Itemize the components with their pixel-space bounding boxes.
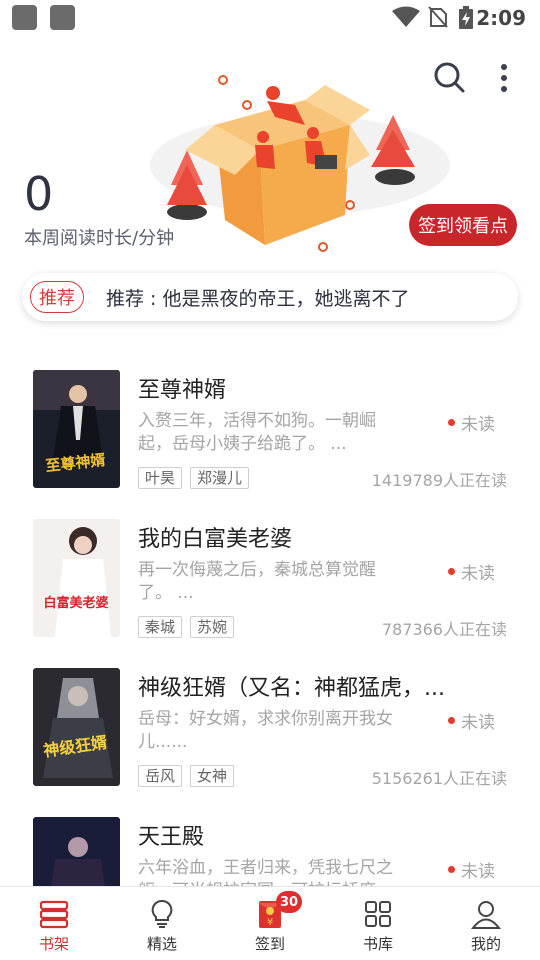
- unread-status: 未读: [448, 559, 495, 584]
- book-item[interactable]: 白富美老婆 我的白富美老婆 再一次侮蔑之后，秦城总算觉醒了。 ... 未读 秦城…: [0, 519, 540, 649]
- book-tag[interactable]: 苏婉: [190, 616, 235, 638]
- book-title: 天王殿: [138, 825, 205, 850]
- nav-label: 书架: [38, 935, 69, 953]
- notification-icon: [12, 5, 37, 30]
- recommend-bar[interactable]: 推荐 推荐 : 他是黑夜的帝王，她逃离不了: [22, 273, 518, 321]
- recommend-tag: 推荐: [30, 281, 84, 313]
- battery-icon: [459, 6, 473, 29]
- reader-count: 787366人正在读: [381, 620, 507, 639]
- unread-label: 未读: [461, 564, 495, 584]
- book-item[interactable]: 至尊神婿 至尊神婿 入赘三年，活得不如狗。一朝崛起，岳母小姨子给跪了。 ... …: [0, 370, 540, 500]
- unread-label: 未读: [461, 415, 495, 435]
- book-tag[interactable]: 叶昊: [138, 467, 183, 489]
- nav-label: 我的: [470, 935, 501, 953]
- lightbulb-icon: [151, 899, 173, 928]
- nav-label: 书库: [362, 935, 393, 953]
- checkin-badge: 30: [276, 891, 303, 913]
- bottom-navigation: 书架 精选 ¥ 签到 30 书库 我的: [0, 886, 540, 960]
- cover-title: 白富美老婆: [43, 595, 108, 611]
- unread-label: 未读: [461, 862, 495, 882]
- book-cover: 神级狂婿: [33, 668, 120, 786]
- unread-status: 未读: [448, 410, 495, 435]
- recommend-text: 推荐 : 他是黑夜的帝王，她逃离不了: [106, 287, 410, 310]
- book-cover: 白富美老婆: [33, 519, 120, 637]
- book-tag[interactable]: 郑漫儿: [190, 467, 250, 489]
- book-tag[interactable]: 女神: [190, 765, 235, 787]
- reader-count: 5156261人正在读: [371, 769, 507, 788]
- person-icon: [470, 901, 502, 929]
- unread-dot-icon: [448, 568, 455, 575]
- book-tag[interactable]: 秦城: [138, 616, 183, 638]
- book-title: 至尊神婿: [138, 378, 227, 403]
- weekly-reading-minutes: 0: [24, 167, 54, 221]
- nav-checkin[interactable]: ¥ 签到 30: [216, 887, 324, 960]
- svg-text:¥: ¥: [267, 917, 273, 928]
- unread-status: 未读: [448, 708, 495, 733]
- reading-box-illustration: [150, 75, 450, 252]
- book-title: 神级狂婿（又名：神都猛虎，...: [138, 676, 445, 701]
- book-description: 再一次侮蔑之后，秦城总算觉醒了。 ...: [138, 560, 376, 603]
- unread-dot-icon: [448, 717, 455, 724]
- nav-featured[interactable]: 精选: [108, 887, 216, 960]
- reader-count: 1419789人正在读: [371, 471, 507, 490]
- more-button[interactable]: [490, 58, 518, 98]
- unread-status: 未读: [448, 857, 495, 882]
- more-vertical-icon: [501, 64, 507, 92]
- wifi-icon: [392, 6, 420, 27]
- book-item[interactable]: 神级狂婿 神级狂婿（又名：神都猛虎，... 岳母：好女婿，求求你别离开我女儿..…: [0, 668, 540, 798]
- nav-library[interactable]: 书库: [324, 887, 432, 960]
- book-description: 岳母：好女婿，求求你别离开我女儿......: [138, 709, 393, 752]
- book-tag[interactable]: 岳风: [138, 765, 183, 787]
- weekly-reading-label: 本周阅读时长/分钟: [24, 228, 175, 249]
- no-sim-icon: [428, 6, 448, 28]
- nav-label: 签到: [254, 935, 285, 953]
- notification-icon: [50, 5, 75, 30]
- unread-dot-icon: [448, 866, 455, 873]
- nav-label: 精选: [146, 935, 177, 953]
- nav-bookshelf[interactable]: 书架: [0, 887, 108, 960]
- unread-label: 未读: [461, 713, 495, 733]
- unread-dot-icon: [448, 419, 455, 426]
- bookshelf-icon: [39, 900, 69, 929]
- book-description: 入赘三年，活得不如狗。一朝崛起，岳母小姨子给跪了。 ...: [138, 411, 376, 454]
- status-bar: 2:09: [0, 0, 540, 40]
- clock: 2:09: [476, 6, 526, 30]
- nav-profile[interactable]: 我的: [432, 887, 540, 960]
- grid-icon: [365, 901, 391, 927]
- book-cover: 至尊神婿: [33, 370, 120, 488]
- book-title: 我的白富美老婆: [138, 527, 293, 552]
- sign-in-button[interactable]: 签到领看点: [409, 204, 517, 246]
